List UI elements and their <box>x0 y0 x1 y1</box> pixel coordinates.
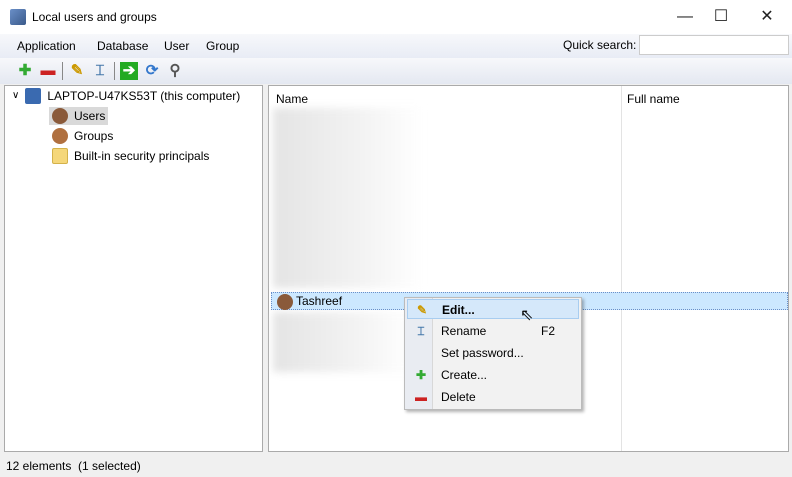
menu-bar: Application Database User Group Quick se… <box>0 34 792 58</box>
tree-item-label: Users <box>74 109 106 123</box>
menu-item-label: Set password... <box>441 346 524 360</box>
tree-root[interactable]: ∨ LAPTOP-U47KS53T (this computer) <box>9 87 243 105</box>
maximize-button[interactable]: ☐ <box>701 5 741 29</box>
search-icon[interactable]: ⚲ <box>166 62 184 80</box>
column-header-name[interactable]: Name <box>276 92 308 106</box>
add-icon: ✚ <box>415 368 427 382</box>
group-icon <box>52 128 68 144</box>
folder-icon <box>52 148 68 164</box>
user-icon <box>277 294 293 310</box>
quick-search-input[interactable] <box>639 35 789 55</box>
menu-item-label: Delete <box>441 390 476 404</box>
menu-user[interactable]: User <box>164 39 189 53</box>
quick-search-label: Quick search: <box>563 38 637 52</box>
close-button[interactable]: ✕ <box>747 5 787 29</box>
column-header-fullname[interactable]: Full name <box>627 92 680 106</box>
menu-item-label: Create... <box>441 368 488 382</box>
remove-icon: ▬ <box>415 390 427 404</box>
app-icon <box>10 9 26 25</box>
edit-icon: ✎ <box>416 303 428 317</box>
title-bar: Local users and groups — ☐ ✕ <box>0 0 792 34</box>
menu-item-edit[interactable]: ✎ Edit... <box>407 299 579 319</box>
menu-group[interactable]: Group <box>206 39 239 53</box>
menu-application[interactable]: Application <box>17 39 76 53</box>
edit-icon[interactable]: ✎ <box>68 62 86 80</box>
tree-item-builtin[interactable]: Built-in security principals <box>49 147 212 165</box>
computer-users-icon <box>25 88 42 104</box>
shortcut-label: F2 <box>541 324 556 338</box>
menu-item-delete[interactable]: ▬ Delete <box>407 387 579 407</box>
tree-root-label: LAPTOP-U47KS53T (this computer) <box>47 89 241 103</box>
context-menu: ✎ Edit... ⌶ Rename F2 Set password... ✚ Crea… <box>404 297 582 410</box>
tree-item-users[interactable]: Users <box>49 107 109 125</box>
refresh-icon[interactable]: ⟳ <box>143 62 161 80</box>
mouse-cursor-icon: ⇖ <box>520 307 534 324</box>
window-title: Local users and groups <box>32 10 157 24</box>
blurred-rows <box>273 108 423 288</box>
status-bar: 12 elements (1 selected) <box>0 455 792 477</box>
tree-panel: ∨ LAPTOP-U47KS53T (this computer) Users … <box>4 85 263 452</box>
tree-item-groups[interactable]: Groups <box>49 127 116 145</box>
menu-item-label: Edit... <box>442 303 475 317</box>
menu-item-set-password[interactable]: Set password... <box>407 343 579 363</box>
chevron-down-icon[interactable]: ∨ <box>12 87 19 105</box>
toolbar: ✚ ▬ ✎ ⌶ ➔ ⟳ ⚲ <box>0 58 792 84</box>
tree-item-label: Groups <box>74 129 114 143</box>
menu-item-create[interactable]: ✚ Create... <box>407 365 579 385</box>
add-icon[interactable]: ✚ <box>16 62 34 80</box>
status-text: 12 elements (1 selected) <box>6 459 141 473</box>
menu-item-label: Rename <box>441 324 487 338</box>
row-name: Tashreef <box>296 294 343 308</box>
minimize-button[interactable]: — <box>665 5 705 29</box>
blurred-rows <box>273 312 413 372</box>
go-icon[interactable]: ➔ <box>120 62 138 80</box>
user-icon <box>52 108 68 124</box>
remove-icon[interactable]: ▬ <box>39 62 57 80</box>
menu-database[interactable]: Database <box>97 39 148 53</box>
tree-item-label: Built-in security principals <box>74 149 210 163</box>
rename-icon[interactable]: ⌶ <box>91 62 109 80</box>
menu-item-rename[interactable]: ⌶ Rename F2 <box>407 321 579 341</box>
rename-icon: ⌶ <box>417 324 425 338</box>
